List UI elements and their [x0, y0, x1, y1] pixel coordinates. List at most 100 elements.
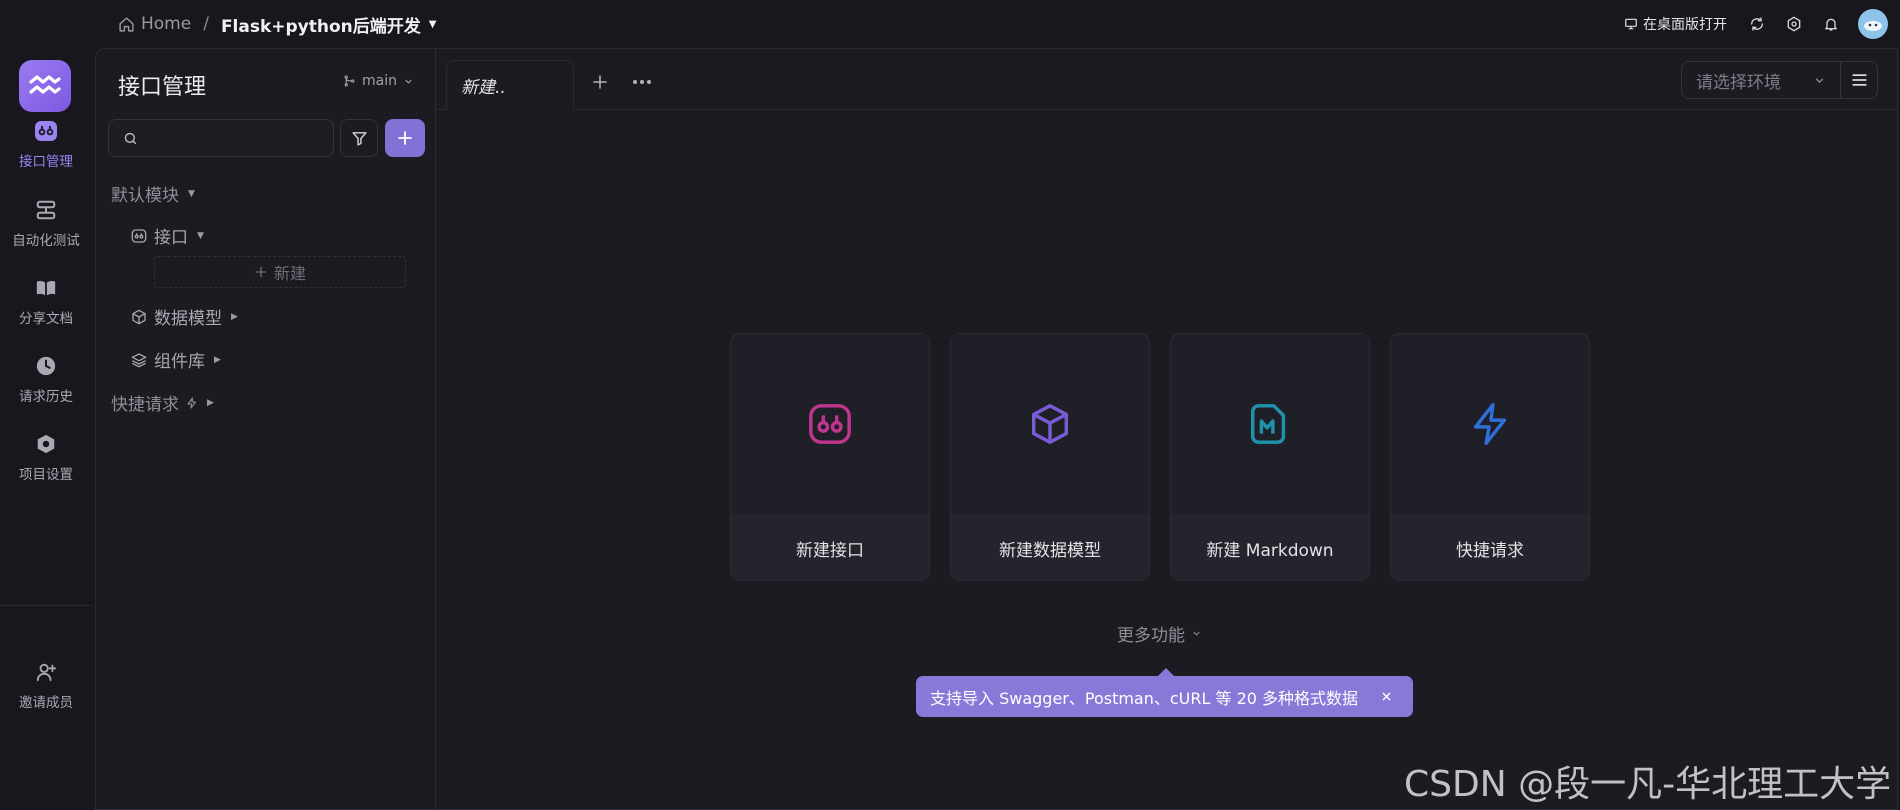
- breadcrumb-home-label: Home: [141, 14, 192, 34]
- plus-icon: [591, 73, 609, 91]
- tab-new[interactable]: 新建..: [446, 60, 574, 110]
- card-label: 新建数据模型: [951, 514, 1149, 580]
- rail-label: 邀请成员: [19, 695, 73, 711]
- book-icon: [33, 275, 59, 301]
- plus-icon: [396, 129, 414, 147]
- tooltip-text: 支持导入 Swagger、Postman、cURL 等 20 多种格式数据: [930, 688, 1359, 708]
- environment-placeholder: 请选择环境: [1696, 72, 1781, 93]
- rail-item-api-management[interactable]: 接口管理: [0, 118, 92, 188]
- breadcrumb-separator: /: [203, 14, 209, 34]
- gear-icon[interactable]: [1784, 14, 1804, 34]
- more-functions-label: 更多功能: [1117, 626, 1185, 646]
- tab-bar: 新建.. 请选择环境: [435, 49, 1897, 110]
- new-data-model-card[interactable]: 新建数据模型: [950, 333, 1150, 581]
- chevron-down-icon: [1813, 74, 1826, 87]
- refresh-icon[interactable]: [1747, 14, 1767, 34]
- rail-item-share-docs[interactable]: 分享文档: [0, 275, 92, 345]
- tree-label: 接口: [154, 228, 188, 248]
- branch-selector[interactable]: main: [343, 73, 414, 89]
- rail-item-invite-members[interactable]: 邀请成员: [0, 659, 92, 729]
- new-api-card[interactable]: 新建接口: [730, 333, 930, 581]
- more-tabs-button[interactable]: [627, 69, 657, 95]
- project-name[interactable]: Flask+python后端开发: [221, 12, 421, 37]
- tree-components[interactable]: 组件库 ▶: [131, 347, 221, 372]
- api-sidebar: 接口管理 main 默认模块 ▼ 接口 ▼ 新建 数据模型 ▶ 组件库 ▶ 快捷…: [96, 49, 436, 809]
- rail-item-automation-test[interactable]: 自动化测试: [0, 197, 92, 267]
- rail-item-request-history[interactable]: 请求历史: [0, 353, 92, 423]
- chevron-down-icon: [1191, 628, 1202, 639]
- tree-label: 数据模型: [154, 309, 222, 329]
- tree-new-button[interactable]: 新建: [154, 256, 406, 288]
- caret-down-icon: ▼: [188, 188, 195, 199]
- user-add-icon: [33, 659, 59, 685]
- rail-item-project-settings[interactable]: 项目设置: [0, 431, 92, 501]
- gear-icon: [33, 431, 59, 457]
- tree-data-model[interactable]: 数据模型 ▶: [131, 304, 238, 329]
- quick-request-card[interactable]: 快捷请求: [1390, 333, 1590, 581]
- tree-new-label: 新建: [273, 264, 306, 283]
- plus-icon: [254, 265, 268, 279]
- search-box[interactable]: [108, 119, 334, 157]
- monitor-icon: [1624, 17, 1638, 31]
- rail-label: 分享文档: [19, 311, 73, 327]
- avatar[interactable]: [1858, 9, 1888, 39]
- tree-default-module[interactable]: 默认模块 ▼: [111, 181, 195, 206]
- breadcrumb: Home / Flask+python后端开发 ▼: [118, 12, 437, 37]
- more-functions-button[interactable]: 更多功能: [1117, 621, 1202, 646]
- content-area: 新建.. 请选择环境 新建接口 新建数据模型 新建 Markdown 快捷请求 …: [435, 49, 1897, 809]
- environment-menu-button[interactable]: [1840, 61, 1878, 99]
- cube-icon: [131, 309, 147, 325]
- top-actions: 在桌面版打开: [1624, 9, 1900, 39]
- markdown-icon: [1247, 401, 1293, 447]
- api-icon: [807, 401, 853, 447]
- open-desktop-button[interactable]: 在桌面版打开: [1624, 14, 1727, 34]
- sidebar-title: 接口管理: [118, 75, 207, 100]
- caret-right-icon: ▶: [231, 311, 238, 322]
- rail-label: 项目设置: [19, 467, 73, 483]
- filter-button[interactable]: [340, 119, 378, 157]
- tab-label: 新建..: [461, 78, 506, 98]
- caret-down-icon: ▼: [197, 230, 204, 241]
- layers-icon: [131, 352, 147, 368]
- main-frame: 接口管理 main 默认模块 ▼ 接口 ▼ 新建 数据模型 ▶ 组件库 ▶ 快捷…: [95, 48, 1898, 810]
- search-input[interactable]: [144, 129, 328, 147]
- card-label: 新建接口: [731, 514, 929, 580]
- bell-icon[interactable]: [1821, 14, 1841, 34]
- add-button[interactable]: [385, 119, 425, 157]
- watermark: CSDN @段一凡-华北理工大学: [1404, 764, 1892, 805]
- menu-icon: [1851, 73, 1868, 87]
- ellipsis-icon: [632, 79, 652, 85]
- caret-down-icon[interactable]: ▼: [429, 19, 437, 30]
- new-markdown-card[interactable]: 新建 Markdown: [1170, 333, 1370, 581]
- card-icon-area: [731, 334, 929, 514]
- tree-quick-request[interactable]: 快捷请求 ▶: [111, 390, 214, 415]
- import-tooltip: 支持导入 Swagger、Postman、cURL 等 20 多种格式数据: [916, 668, 1413, 717]
- tree-label: 快捷请求: [111, 395, 179, 415]
- clock-icon: [33, 353, 59, 379]
- environment-select[interactable]: 请选择环境: [1681, 61, 1841, 99]
- tree-label: 组件库: [154, 352, 205, 372]
- lightning-icon: [1467, 401, 1513, 447]
- close-icon[interactable]: [1377, 687, 1395, 705]
- lightning-icon: [186, 396, 198, 410]
- chevron-down-icon: [403, 76, 414, 87]
- card-label: 快捷请求: [1391, 514, 1589, 580]
- tree-api[interactable]: 接口 ▼: [131, 223, 204, 248]
- app-logo[interactable]: [19, 60, 71, 112]
- home-icon: [118, 16, 135, 33]
- breadcrumb-home[interactable]: Home: [118, 14, 191, 34]
- filter-icon: [351, 130, 368, 147]
- branch-icon: [343, 74, 356, 88]
- card-icon-area: [1171, 334, 1369, 514]
- top-bar: Home / Flask+python后端开发 ▼ 在桌面版打开: [0, 0, 1900, 48]
- open-desktop-label: 在桌面版打开: [1643, 17, 1727, 33]
- cube-icon: [1027, 401, 1073, 447]
- add-tab-button[interactable]: [587, 69, 613, 95]
- automation-icon: [33, 197, 59, 223]
- card-label: 新建 Markdown: [1171, 514, 1369, 580]
- rail-divider: [0, 605, 92, 606]
- api-icon: [33, 118, 59, 144]
- left-rail: 接口管理 自动化测试 分享文档 请求历史 项目设置 邀请成员: [0, 48, 95, 810]
- caret-right-icon: ▶: [214, 354, 221, 365]
- rail-label: 接口管理: [19, 154, 73, 170]
